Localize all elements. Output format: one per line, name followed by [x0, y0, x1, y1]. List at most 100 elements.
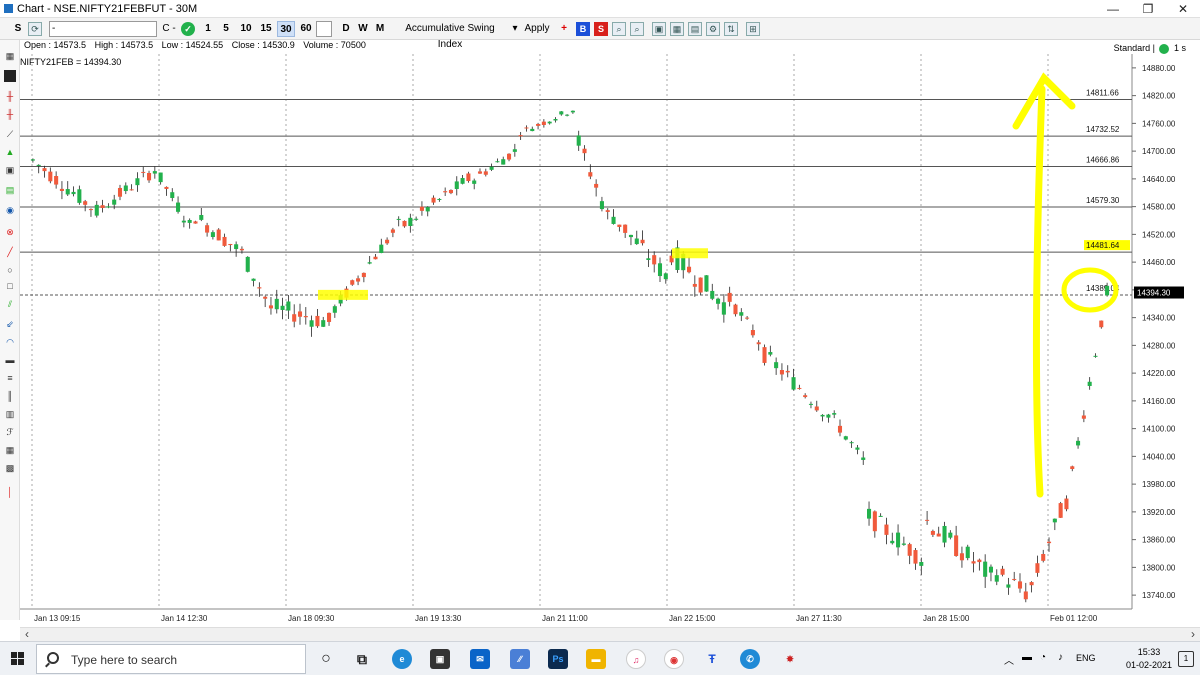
language-indicator[interactable]: ENG	[1076, 653, 1096, 663]
refresh-icon[interactable]: ⟳	[28, 22, 42, 36]
period-daily-button[interactable]: D	[340, 21, 352, 37]
x-tick-label: Jan 18 09:30	[288, 614, 335, 623]
notification-icon[interactable]: 1	[1178, 651, 1194, 667]
cursor-tool-icon[interactable]: ⟋	[4, 128, 16, 140]
period-monthly-button[interactable]: M	[374, 21, 386, 37]
scroll-right-icon[interactable]: ›	[1186, 628, 1200, 642]
music-icon[interactable]: ♫	[626, 649, 646, 669]
wifi-icon[interactable]: ◔	[1040, 652, 1046, 663]
indicator-select[interactable]: Accumulative Swing Index	[392, 21, 508, 50]
file-explorer-icon[interactable]: ▬	[586, 649, 606, 669]
interval-60-button[interactable]: 60	[297, 21, 315, 37]
map-tool-icon[interactable]: ▤	[4, 184, 16, 196]
store-icon[interactable]: ▣	[430, 649, 450, 669]
photoshop-icon[interactable]: Ps	[548, 649, 568, 669]
start-button[interactable]	[0, 642, 36, 676]
table-icon[interactable]: ▦	[670, 22, 684, 36]
interval-5-button[interactable]: 5	[219, 21, 233, 37]
candle-tool-icon[interactable]: ╫	[4, 90, 16, 102]
zoom-in-icon[interactable]: ⌕	[612, 22, 626, 36]
edge-icon[interactable]: e	[392, 649, 412, 669]
period-weekly-button[interactable]: W	[356, 21, 370, 37]
close-value: Close : 14530.9	[231, 40, 295, 50]
price-chart[interactable]: 14880.00 14820.00 14760.00 14700.00 14640.00…	[20, 54, 1194, 626]
candle-body	[878, 515, 883, 517]
gann-tool-icon[interactable]: ▦	[4, 444, 16, 456]
custom-interval-input[interactable]	[316, 21, 332, 37]
fib-tool-icon[interactable]: ℱ	[4, 426, 16, 438]
delete-tool-icon[interactable]: ⊗	[4, 226, 16, 238]
candle-body	[1029, 582, 1034, 586]
sort-icon[interactable]: ⇅	[724, 22, 738, 36]
close-button[interactable]: ✕	[1166, 0, 1200, 18]
candle-body	[193, 221, 198, 224]
circle-tool-icon[interactable]: ○	[4, 264, 16, 276]
apply-button[interactable]: Apply	[522, 21, 552, 37]
trading-app-icon[interactable]: Ŧ	[702, 649, 722, 669]
candle-body	[605, 210, 610, 212]
taskbar-search[interactable]: Type here to search	[36, 644, 306, 674]
task-view-icon[interactable]: ⧉	[352, 649, 372, 669]
lines-tool-icon[interactable]: ≡	[4, 372, 16, 384]
zoom-out-icon[interactable]: ⌕	[630, 22, 644, 36]
battery-icon[interactable]: ▬	[1022, 652, 1032, 663]
candle-body	[617, 224, 622, 227]
info-tool-icon[interactable]: ◉	[4, 204, 16, 216]
bar-tool-icon[interactable]: ╫	[4, 108, 16, 120]
candle-body	[30, 159, 35, 161]
channel-tool-icon[interactable]: ⫽	[4, 298, 16, 310]
candle-body	[936, 533, 941, 537]
y-tick-label: 14700.00	[1142, 147, 1176, 156]
sell-button[interactable]: S	[594, 22, 608, 36]
taskbar-clock[interactable]: 15:33 01-02-2021	[1126, 646, 1172, 672]
arrow-tool-icon[interactable]: ⇙	[4, 318, 16, 330]
chevron-down-icon[interactable]: ▾	[510, 21, 520, 37]
interval-10-button[interactable]: 10	[237, 21, 255, 37]
check-icon[interactable]: ✓	[181, 22, 195, 36]
scroll-left-icon[interactable]: ‹	[20, 628, 34, 642]
interval-15-button[interactable]: 15	[257, 21, 275, 37]
layout-icon[interactable]: ⊞	[746, 22, 760, 36]
volume-icon[interactable]: ♪	[1058, 652, 1063, 663]
bars-tool-icon[interactable]: ║	[4, 390, 16, 402]
tray-chevron-icon[interactable]: ︿	[1004, 652, 1014, 667]
messenger-icon[interactable]: ✆	[740, 649, 760, 669]
cortana-icon[interactable]: ○	[316, 649, 336, 669]
window-titlebar: Chart - NSE.NIFTY21FEBFUT - 30M — ❐ ✕	[0, 0, 1200, 18]
screen-icon[interactable]: ▣	[652, 22, 666, 36]
chart-type-dropdown[interactable]: C -	[159, 21, 179, 37]
game-icon[interactable]: ✸	[780, 649, 800, 669]
candle-body	[1081, 415, 1086, 419]
window-tool-icon[interactable]: ▣	[4, 164, 16, 176]
candle-body	[501, 159, 506, 165]
line-tool-icon[interactable]: ╱	[4, 246, 16, 258]
trend-tool-icon[interactable]: ▲	[4, 146, 16, 158]
chart-tool-icon[interactable]	[4, 70, 16, 82]
add-button[interactable]: +	[558, 21, 570, 37]
y-tick-label: 13860.00	[1142, 536, 1176, 545]
candle-body	[297, 311, 303, 317]
rectangle-tool-icon[interactable]: □	[4, 280, 16, 292]
x-tick-label: Jan 13 09:15	[34, 614, 81, 623]
table-tool-icon[interactable]: ▥	[4, 408, 16, 420]
chrome-icon[interactable]: ◉	[664, 649, 684, 669]
y-tick-label: 14580.00	[1142, 203, 1176, 212]
minimize-button[interactable]: —	[1096, 0, 1130, 18]
horizontal-scrollbar[interactable]: ‹ ›	[20, 627, 1200, 641]
grid-icon[interactable]: ▤	[688, 22, 702, 36]
pattern-tool-icon[interactable]: ▩	[4, 462, 16, 474]
level-label: 14579.30	[1086, 196, 1120, 205]
list-tool-icon[interactable]: ▬	[4, 354, 16, 366]
hline-tool-icon[interactable]: │	[4, 486, 16, 498]
arc-tool-icon[interactable]: ◠	[4, 336, 16, 348]
s-button[interactable]: S	[12, 21, 24, 37]
interval-1-button[interactable]: 1	[201, 21, 215, 37]
app-icon-1[interactable]: ∕∕	[510, 649, 530, 669]
mail-icon[interactable]: ✉	[470, 649, 490, 669]
maximize-button[interactable]: ❐	[1131, 0, 1165, 18]
buy-button[interactable]: B	[576, 22, 590, 36]
grid-tool-icon[interactable]: ▦	[4, 50, 16, 62]
interval-30-button[interactable]: 30	[277, 21, 295, 37]
gear-icon[interactable]: ⚙	[706, 22, 720, 36]
symbol-input[interactable]: -	[49, 21, 157, 37]
